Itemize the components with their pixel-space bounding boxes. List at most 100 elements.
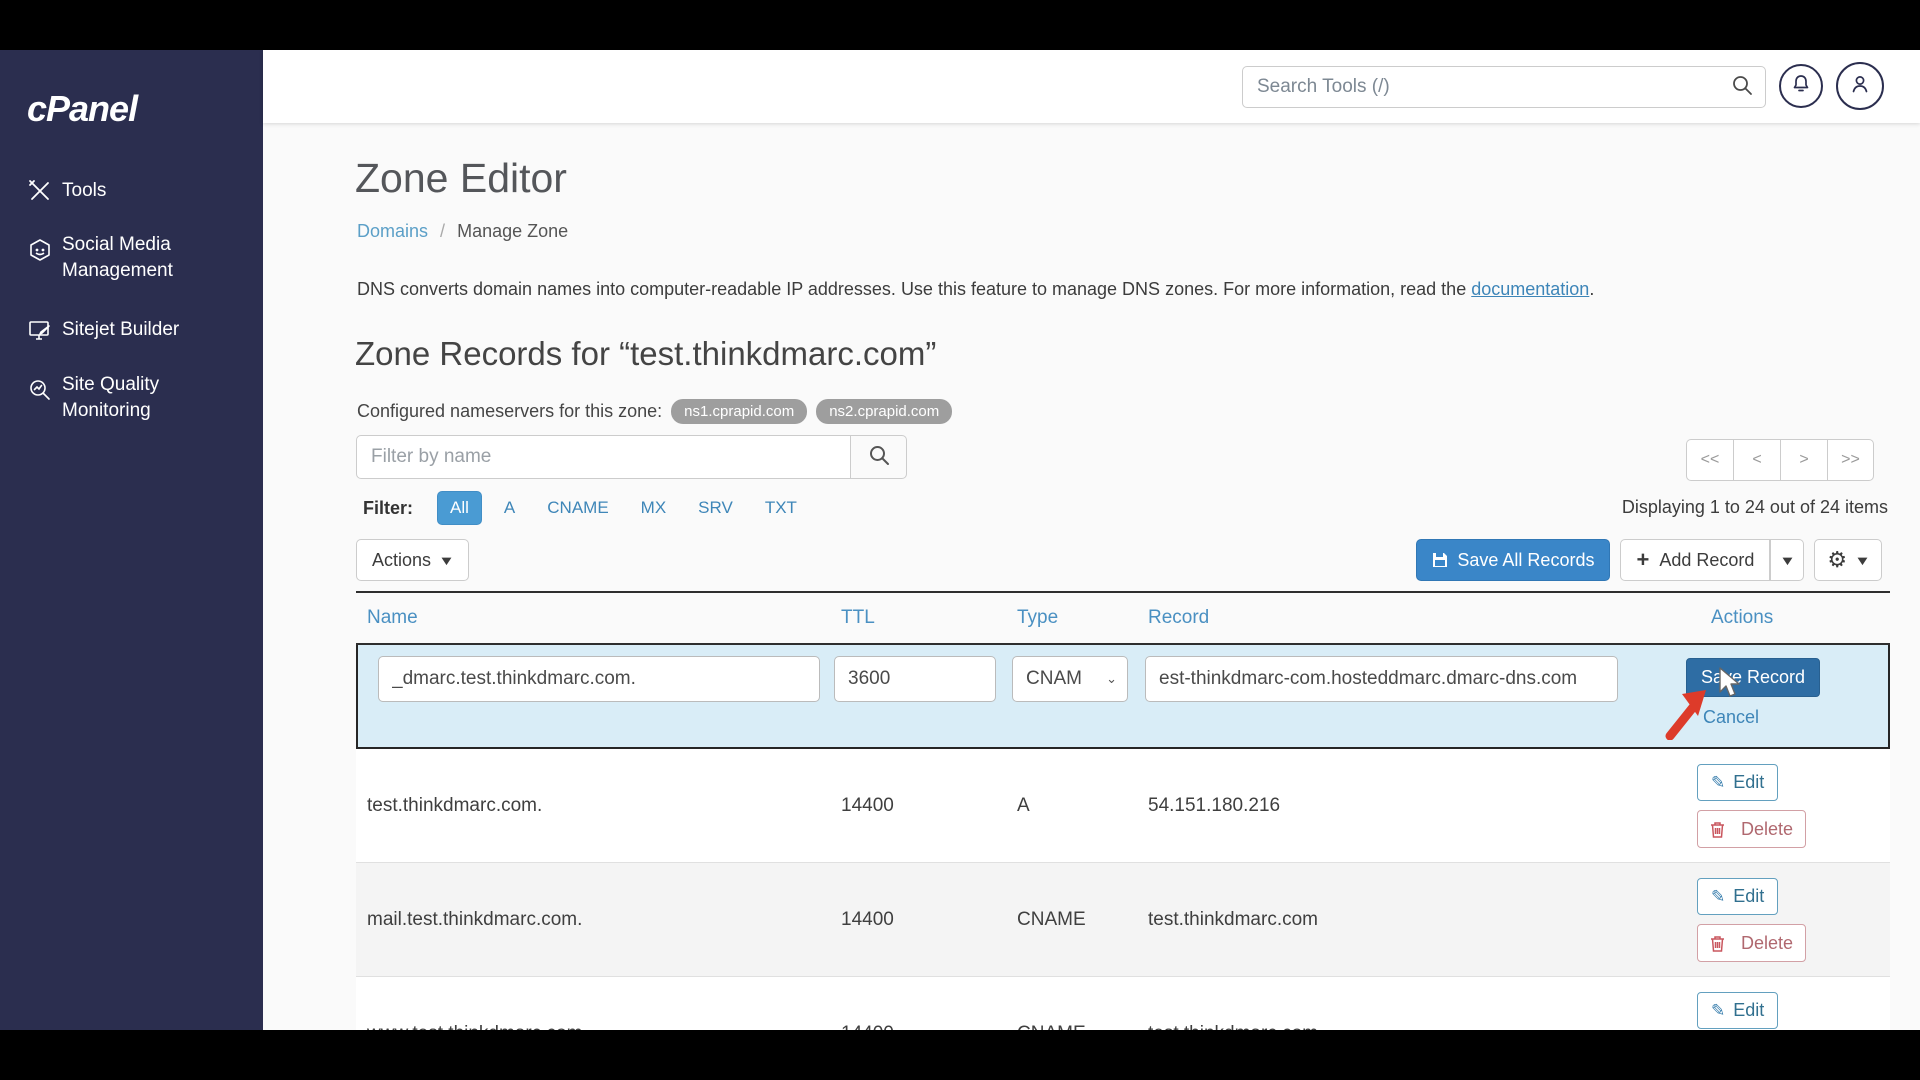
row-name: mail.test.thinkdmarc.com. — [356, 909, 841, 931]
row-type: CNAME — [1017, 909, 1148, 931]
pencil-icon: ✎ — [1711, 1001, 1725, 1021]
row-record: 54.151.180.216 — [1148, 795, 1693, 817]
account-button[interactable] — [1836, 62, 1884, 110]
edit-button[interactable]: ✎ Edit — [1697, 878, 1778, 915]
filter-option-cname[interactable]: CNAME — [547, 498, 608, 518]
edit-type-select[interactable]: CNAM ⌄ — [1012, 656, 1128, 702]
edit-type-value: CNAM — [1026, 668, 1082, 690]
site-quality-icon — [28, 378, 52, 402]
page-next-button[interactable]: > — [1780, 439, 1827, 481]
floppy-icon — [1432, 552, 1448, 568]
column-header-actions: Actions — [1693, 607, 1890, 629]
add-record-caret-button[interactable]: ▼ — [1770, 539, 1804, 581]
gear-icon: ⚙ — [1827, 547, 1847, 573]
zone-records-table: Name TTL Type Record Actions CNAM ⌄ Save… — [356, 591, 1890, 1030]
actions-dropdown-button[interactable]: Actions ▼ — [356, 539, 469, 581]
table-header: Name TTL Type Record Actions — [356, 593, 1890, 645]
filter-row: Filter: All A CNAME MX SRV TXT — [363, 491, 829, 525]
row-ttl: 14400 — [841, 1023, 1017, 1031]
search-icon[interactable] — [1731, 74, 1753, 101]
social-media-icon — [28, 238, 52, 262]
column-header-ttl[interactable]: TTL — [841, 607, 1017, 629]
trash-icon — [1710, 821, 1733, 838]
table-row: mail.test.thinkdmarc.com. 14400 CNAME te… — [356, 863, 1890, 977]
sidebar-item-label: Tools — [62, 178, 232, 204]
filter-option-a[interactable]: A — [504, 498, 515, 518]
app-viewport: cPanel Tools Social Media Management — [0, 50, 1920, 1030]
page-last-button[interactable]: >> — [1827, 439, 1874, 481]
filter-search-button[interactable] — [851, 435, 907, 479]
row-ttl: 14400 — [841, 795, 1017, 817]
save-all-records-button[interactable]: Save All Records — [1416, 539, 1610, 581]
breadcrumb-domains-link[interactable]: Domains — [357, 221, 428, 241]
save-all-label: Save All Records — [1457, 550, 1594, 571]
row-record: test.thinkdmarc.com — [1148, 909, 1693, 931]
pagination-status: Displaying 1 to 24 out of 24 items — [1622, 497, 1888, 518]
breadcrumb: Domains / Manage Zone — [357, 221, 568, 242]
row-name: test.thinkdmarc.com. — [356, 795, 841, 817]
breadcrumb-current: Manage Zone — [457, 221, 568, 241]
edit-label: Edit — [1733, 772, 1764, 793]
page-description: DNS converts domain names into computer-… — [357, 279, 1594, 300]
plus-icon: + — [1636, 547, 1649, 573]
trash-icon — [1710, 935, 1733, 952]
row-ttl: 14400 — [841, 909, 1017, 931]
column-header-type[interactable]: Type — [1017, 607, 1148, 629]
save-record-button[interactable]: Save Record — [1686, 658, 1820, 697]
page-first-button[interactable]: << — [1686, 439, 1733, 481]
filter-by-name — [356, 435, 907, 479]
chevron-down-icon: ▼ — [1779, 553, 1796, 568]
page-prev-button[interactable]: < — [1733, 439, 1780, 481]
pencil-icon: ✎ — [1711, 887, 1725, 907]
delete-button[interactable]: Delete — [1697, 924, 1806, 962]
pencil-icon: ✎ — [1711, 773, 1725, 793]
row-type: CNAME — [1017, 1023, 1148, 1031]
search-input[interactable] — [1255, 75, 1731, 99]
tools-icon — [28, 179, 52, 203]
edit-ttl-input[interactable] — [834, 656, 996, 702]
filter-option-srv[interactable]: SRV — [698, 498, 733, 518]
edit-name-input[interactable] — [378, 656, 820, 702]
edit-record-input[interactable] — [1145, 656, 1618, 702]
add-record-button[interactable]: + Add Record — [1620, 539, 1770, 581]
tools-search[interactable] — [1242, 66, 1766, 108]
sitejet-icon — [28, 318, 52, 342]
edit-button[interactable]: ✎ Edit — [1697, 992, 1778, 1029]
record-edit-row: CNAM ⌄ Save Record Cancel — [356, 645, 1890, 749]
edit-button[interactable]: ✎ Edit — [1697, 764, 1778, 801]
description-text: DNS converts domain names into computer-… — [357, 279, 1471, 299]
column-header-name[interactable]: Name — [356, 607, 841, 629]
row-type: A — [1017, 795, 1148, 817]
filter-name-input[interactable] — [356, 435, 851, 479]
bell-icon — [1790, 73, 1812, 100]
pagination: << < > >> — [1686, 439, 1874, 481]
actions-label: Actions — [372, 550, 431, 571]
delete-label: Delete — [1741, 819, 1793, 840]
main-content: Zone Editor Domains / Manage Zone DNS co… — [355, 123, 1890, 1030]
notifications-button[interactable] — [1779, 64, 1823, 108]
filter-option-mx[interactable]: MX — [641, 498, 667, 518]
search-icon — [868, 444, 890, 471]
filter-option-txt[interactable]: TXT — [765, 498, 797, 518]
column-header-record[interactable]: Record — [1148, 607, 1693, 629]
row-actions: ✎ Edit Delete — [1695, 749, 1885, 862]
edit-label: Edit — [1733, 886, 1764, 907]
filter-label: Filter: — [363, 498, 413, 519]
delete-label: Delete — [1741, 933, 1793, 954]
filter-option-all[interactable]: All — [437, 491, 482, 525]
cancel-link[interactable]: Cancel — [1703, 707, 1759, 728]
settings-gear-button[interactable]: ⚙ ▼ — [1814, 539, 1882, 581]
row-actions: ✎ Edit Delete — [1695, 977, 1885, 1030]
table-row: www.test.thinkdmarc.com. 14400 CNAME tes… — [356, 977, 1890, 1030]
breadcrumb-separator: / — [440, 221, 445, 241]
user-icon — [1848, 72, 1872, 101]
sidebar: cPanel Tools Social Media Management — [0, 50, 263, 1030]
zone-records-title: Zone Records for “test.thinkdmarc.com” — [355, 335, 936, 373]
sidebar-item-label: Site Quality Monitoring — [62, 372, 232, 424]
chevron-down-icon: ▼ — [1854, 553, 1871, 568]
toolbar: Actions ▼ Save All Records + Add Record — [355, 539, 1890, 581]
documentation-link[interactable]: documentation — [1471, 279, 1589, 299]
delete-button[interactable]: Delete — [1697, 810, 1806, 848]
edit-label: Edit — [1733, 1000, 1764, 1021]
nameservers-line: Configured nameservers for this zone: ns… — [357, 399, 952, 424]
